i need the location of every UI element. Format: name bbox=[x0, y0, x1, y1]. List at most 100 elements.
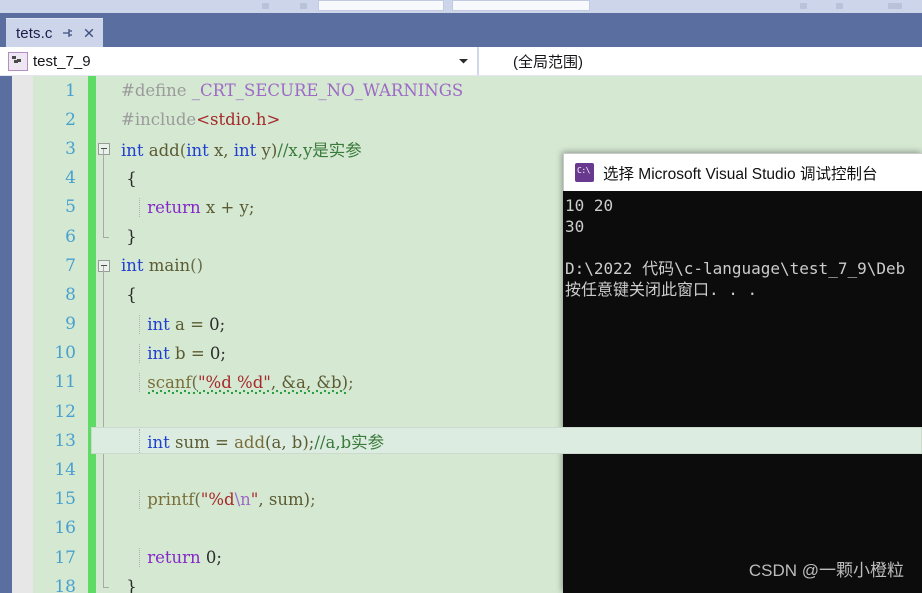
close-icon[interactable] bbox=[82, 26, 96, 40]
scope-type-dropdown[interactable]: test_7_9 bbox=[0, 47, 477, 75]
code-text[interactable]: printf("%d\n", sum); bbox=[117, 489, 922, 509]
code-text[interactable]: #include<stdio.h> bbox=[117, 110, 922, 129]
code-text[interactable]: #define _CRT_SECURE_NO_WARNINGS bbox=[117, 81, 922, 100]
fold-margin[interactable] bbox=[96, 338, 117, 368]
breakpoint-margin[interactable] bbox=[12, 76, 33, 593]
toolbar-combo-1[interactable] bbox=[318, 0, 444, 11]
toolbar-button-3[interactable] bbox=[800, 3, 807, 9]
code-token: 0; bbox=[205, 548, 222, 568]
fold-line-foot bbox=[103, 586, 109, 588]
line-number: 4 bbox=[65, 168, 76, 189]
code-text[interactable]: { bbox=[117, 169, 922, 188]
toolbar-combo-2[interactable] bbox=[452, 0, 590, 11]
code-token: } bbox=[121, 227, 137, 247]
code-token: return bbox=[147, 548, 206, 568]
code-token: (a, b); bbox=[265, 432, 315, 452]
fold-margin[interactable] bbox=[96, 251, 117, 281]
collapse-minus-icon[interactable] bbox=[98, 142, 110, 155]
fold-margin[interactable] bbox=[96, 280, 117, 310]
code-text[interactable]: scanf("%d %d", &a, &b); bbox=[117, 372, 922, 394]
change-indicator-bar bbox=[88, 455, 96, 485]
fold-margin[interactable] bbox=[96, 367, 117, 398]
code-text[interactable]: int a = 0; bbox=[117, 314, 922, 334]
fold-margin[interactable] bbox=[96, 426, 117, 456]
code-token: int bbox=[147, 314, 176, 334]
fold-margin[interactable] bbox=[96, 397, 117, 427]
code-token: scanf bbox=[147, 372, 192, 394]
line-number: 1 bbox=[65, 80, 76, 101]
scope-member-dropdown[interactable]: (全局范围) bbox=[477, 47, 922, 75]
fold-margin[interactable] bbox=[96, 455, 117, 485]
code-token: y) bbox=[261, 140, 278, 160]
code-token: ; bbox=[348, 372, 354, 392]
line-number: 18 bbox=[54, 576, 76, 593]
code-line[interactable]: 13 int sum = add(a, b);//a,b实参 bbox=[33, 426, 922, 456]
fold-margin[interactable] bbox=[96, 572, 117, 593]
line-number: 17 bbox=[54, 547, 76, 568]
fold-line bbox=[103, 221, 104, 237]
code-text[interactable]: } bbox=[117, 577, 922, 593]
toolbar-strip bbox=[0, 0, 922, 13]
code-text[interactable]: int add(int x, int y)//x,y是实参 bbox=[117, 137, 922, 161]
code-token: add bbox=[148, 140, 180, 160]
fold-line bbox=[103, 338, 104, 368]
fold-line bbox=[103, 280, 104, 310]
fold-margin[interactable] bbox=[96, 543, 117, 573]
fold-margin[interactable] bbox=[96, 163, 117, 193]
collapse-minus-icon[interactable] bbox=[98, 259, 110, 272]
code-token: 0; bbox=[209, 343, 226, 363]
change-indicator-bar bbox=[88, 513, 96, 543]
pin-icon[interactable] bbox=[60, 26, 74, 40]
toolbar-overflow-button[interactable] bbox=[888, 3, 902, 9]
fold-line bbox=[103, 426, 104, 456]
line-number: 2 bbox=[65, 109, 76, 130]
toolbar-button-4[interactable] bbox=[836, 3, 843, 9]
fold-margin[interactable] bbox=[96, 221, 117, 251]
fold-margin[interactable] bbox=[96, 134, 117, 164]
line-number: 3 bbox=[65, 138, 76, 159]
fold-margin[interactable] bbox=[96, 484, 117, 514]
code-text[interactable]: return x + y; bbox=[117, 197, 922, 217]
console-output[interactable]: 10 20 30 D:\2022 代码\c-language\test_7_9\De… bbox=[563, 191, 922, 593]
fold-margin[interactable] bbox=[96, 192, 117, 222]
code-text[interactable]: int b = 0; bbox=[117, 343, 922, 363]
code-text[interactable]: } bbox=[117, 227, 922, 246]
code-token: b = bbox=[175, 343, 210, 363]
indent-guide bbox=[139, 428, 140, 453]
code-text[interactable]: return 0; bbox=[117, 548, 922, 568]
code-token: int bbox=[147, 343, 176, 363]
indent-guide bbox=[139, 343, 140, 363]
code-line[interactable]: 1 #define _CRT_SECURE_NO_WARNINGS bbox=[33, 76, 922, 106]
code-text[interactable]: { bbox=[117, 285, 922, 304]
toolbar-button-1[interactable] bbox=[262, 3, 269, 9]
code-text[interactable]: int main() bbox=[117, 256, 922, 275]
document-tab-strip: tets.c bbox=[0, 13, 922, 47]
change-indicator-bar bbox=[88, 163, 96, 193]
fold-margin[interactable] bbox=[96, 76, 117, 105]
fold-line bbox=[103, 484, 104, 514]
toolbar-button-2[interactable] bbox=[300, 3, 307, 9]
code-line[interactable]: 2 #include<stdio.h> bbox=[33, 105, 922, 135]
code-token: x + y; bbox=[205, 197, 255, 217]
code-token: 0; bbox=[209, 314, 226, 334]
code-token: sum = bbox=[175, 432, 235, 452]
code-token: a = bbox=[175, 314, 210, 334]
code-text[interactable]: int sum = add(a, b);//a,b实参 bbox=[117, 428, 922, 453]
code-token: , sum) bbox=[258, 489, 311, 509]
change-indicator-bar bbox=[88, 134, 96, 164]
fold-margin[interactable] bbox=[96, 309, 117, 339]
chevron-down-icon[interactable] bbox=[458, 52, 469, 70]
line-number: 10 bbox=[54, 343, 76, 364]
code-token: return bbox=[147, 197, 206, 217]
line-number: 6 bbox=[65, 226, 76, 247]
document-tab-tets-c[interactable]: tets.c bbox=[6, 18, 104, 47]
code-token: { bbox=[121, 285, 137, 305]
code-line[interactable]: 3 int add(int x, int y)//x,y是实参 bbox=[33, 134, 922, 164]
fold-margin[interactable] bbox=[96, 105, 117, 134]
fold-margin[interactable] bbox=[96, 513, 117, 543]
code-token: x, bbox=[213, 140, 234, 160]
change-indicator-bar bbox=[88, 572, 96, 593]
